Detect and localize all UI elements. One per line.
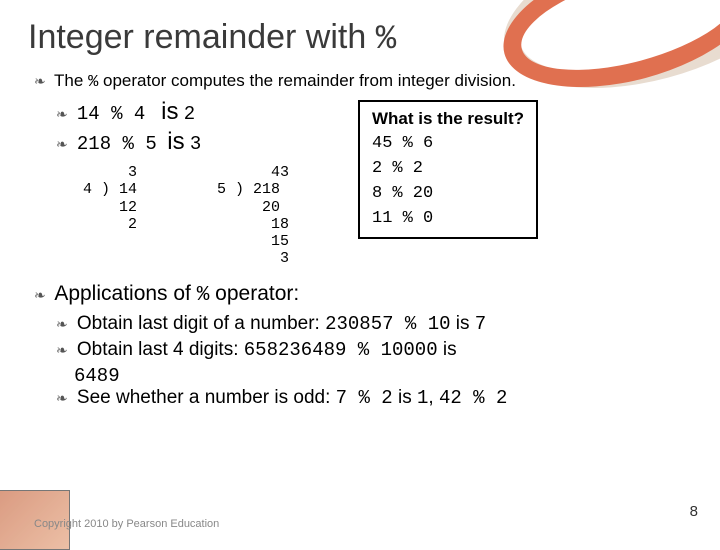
- apps-pre: Applications of: [54, 282, 196, 305]
- app1-is: is: [451, 313, 475, 334]
- app3-pre: See whether a number is odd:: [77, 387, 336, 408]
- intro-bullet: The % operator computes the remainder fr…: [34, 71, 692, 92]
- intro-post: operator computes the remainder from int…: [98, 71, 516, 90]
- ex1-res: 2: [184, 103, 195, 125]
- app3-is1: is: [393, 387, 417, 408]
- app3-e1: 7 % 2: [336, 387, 393, 409]
- title-operator: %: [376, 21, 396, 59]
- app1-pre: Obtain last digit of a number:: [77, 313, 325, 334]
- long-division-2: 43 5 ) 218 20 18 15 3: [217, 164, 289, 268]
- apps-op: %: [197, 284, 210, 307]
- title-text: Integer remainder with: [28, 18, 376, 56]
- quiz-question: What is the result?: [372, 109, 524, 128]
- app-last-4-digits: Obtain last 4 digits: 658236489 % 10000 …: [56, 339, 692, 361]
- app2-res: 6489: [74, 365, 120, 387]
- quiz-line-2: 2 % 2: [372, 159, 423, 178]
- quiz-line-3: 8 % 20: [372, 184, 433, 203]
- quiz-box: What is the result? 45 % 6 2 % 2 8 % 20 …: [358, 100, 538, 239]
- app2-pre: Obtain last 4 digits:: [77, 339, 244, 360]
- ex2-expr: 218 % 5: [77, 133, 157, 155]
- ex1-expr: 14 % 4: [77, 103, 145, 125]
- page-number: 8: [690, 503, 698, 520]
- applications-heading: Applications of % operator:: [34, 282, 692, 307]
- intro-pre: The: [54, 71, 88, 90]
- app2-expr: 658236489 % 10000: [244, 339, 438, 361]
- app1-expr: 230857 % 10: [325, 313, 450, 335]
- app3-r1: 1: [417, 387, 428, 409]
- app1-res: 7: [475, 313, 486, 335]
- long-division-1: 3 4 ) 14 12 2: [83, 164, 137, 268]
- app-odd-check: See whether a number is odd: 7 % 2 is 1,…: [56, 387, 692, 409]
- copyright-text: Copyright 2010 by Pearson Education: [34, 518, 219, 530]
- apps-post: operator:: [209, 282, 299, 305]
- page-title: Integer remainder with %: [28, 18, 692, 59]
- example-2: 218 % 5 is 3: [56, 128, 328, 156]
- app-last-digit: Obtain last digit of a number: 230857 % …: [56, 313, 692, 335]
- ex1-is: is: [161, 98, 178, 125]
- quiz-line-4: 11 % 0: [372, 209, 433, 228]
- quiz-line-1: 45 % 6: [372, 134, 433, 153]
- ex2-res: 3: [190, 133, 201, 155]
- app3-e2: 42 % 2: [439, 387, 507, 409]
- example-1: 14 % 4 is 2: [56, 98, 328, 126]
- ex2-is: is: [167, 128, 184, 155]
- app2-is: is: [438, 339, 457, 360]
- app2-result-line: 6489: [74, 365, 692, 387]
- app3-sep: ,: [428, 387, 439, 408]
- intro-op: %: [88, 73, 98, 92]
